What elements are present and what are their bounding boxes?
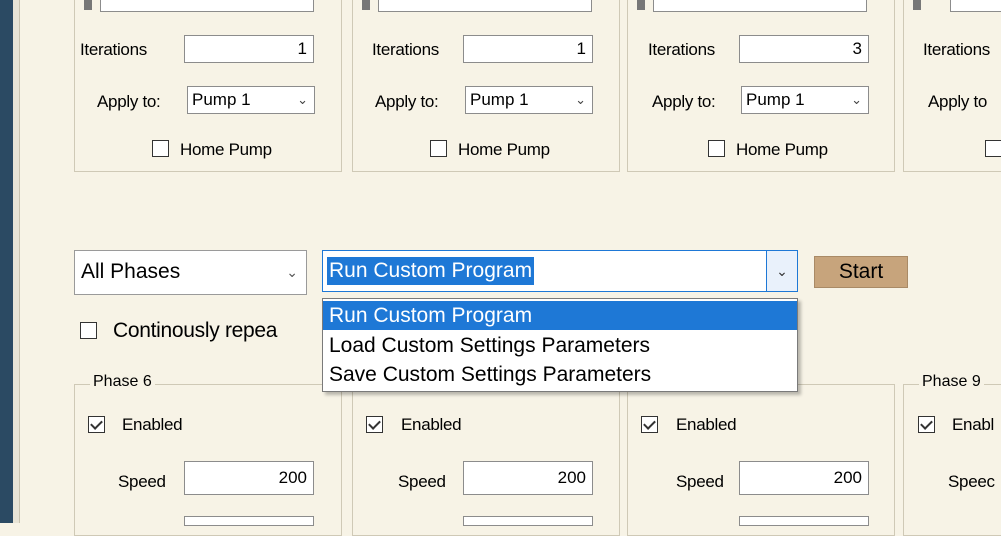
start-button[interactable]: Start [814,256,908,288]
apply-to-select[interactable]: Pump 1 ⌄ [465,86,593,114]
home-pump-label: Home Pump [180,140,272,159]
phase-9-speed-label: Speec [948,472,995,491]
phase-6-title: Phase 6 [90,373,155,391]
dropdown-option-load-custom-settings[interactable]: Load Custom Settings Parameters [323,331,797,360]
phase-6-speed-label: Speed [118,472,166,491]
phase-9-title: Phase 9 [919,373,984,391]
chevron-down-icon: ⌄ [851,92,862,107]
program-dropdown-list: Run Custom Program Load Custom Settings … [322,298,798,392]
phase-9-enabled-label: Enabl [952,415,994,434]
cut-off-field[interactable] [950,0,1001,12]
apply-to-select[interactable]: Pump 1 ⌄ [187,86,315,114]
iterations-label: Iterations [80,40,147,59]
apply-to-select[interactable]: Pump 1 ⌄ [741,86,869,114]
continuous-repeat-checkbox[interactable] [80,322,97,339]
phase-6-enabled-checkbox[interactable] [88,416,105,433]
cut-off-label [913,0,921,10]
phase-6-speed-field[interactable]: 200 [184,461,314,495]
chevron-down-icon: ⌄ [776,263,788,279]
home-pump-label: Home Pump [458,140,550,159]
window-border [13,0,20,523]
phase-8-next-field[interactable] [739,516,869,526]
phase-7-enabled-label: Enabled [401,415,462,434]
iterations-label: Iterations [923,40,990,59]
phase-8-speed-field[interactable]: 200 [739,461,869,495]
chevron-down-icon: ⌄ [575,92,586,107]
apply-to-label: Apply to: [97,92,161,111]
apply-to-label: Apply to [928,92,988,111]
phase-group-8 [627,384,895,536]
phase-6-enabled-label: Enabled [122,415,183,434]
chevron-down-icon: ⌄ [297,92,308,107]
phases-select[interactable]: All Phases ⌄ [74,250,307,295]
dropdown-option-save-custom-settings[interactable]: Save Custom Settings Parameters [323,360,797,389]
phase-7-enabled-checkbox[interactable] [366,416,383,433]
phase-6-next-field[interactable] [184,516,314,526]
home-pump-checkbox[interactable] [152,140,169,157]
apply-to-value: Pump 1 [746,90,805,109]
apply-to-value: Pump 1 [192,90,251,109]
cut-off-label [637,0,645,10]
cut-off-label [362,0,370,10]
home-pump-checkbox[interactable] [985,140,1001,157]
window-edge [0,0,13,523]
iterations-label: Iterations [372,40,439,59]
phase-7-speed-label: Speed [398,472,446,491]
iterations-field[interactable]: 3 [739,35,869,63]
iterations-field[interactable]: 1 [463,35,593,63]
program-dropdown-button[interactable]: ⌄ [766,251,797,291]
phase-7-next-field[interactable] [463,516,593,526]
home-pump-checkbox[interactable] [708,140,725,157]
cut-off-field[interactable] [100,0,314,12]
cut-off-field[interactable] [653,0,867,12]
apply-to-value: Pump 1 [470,90,529,109]
cut-off-field[interactable] [378,0,592,12]
phase-8-enabled-label: Enabled [676,415,737,434]
phase-group-7 [352,384,620,536]
dropdown-option-run-custom-program[interactable]: Run Custom Program [323,301,797,330]
phase-9-enabled-checkbox[interactable] [918,416,935,433]
iterations-field[interactable]: 1 [184,35,314,63]
phases-select-value: All Phases [81,260,181,283]
chevron-down-icon: ⌄ [286,264,298,280]
apply-to-label: Apply to: [652,92,716,111]
home-pump-checkbox[interactable] [430,140,447,157]
phase-8-speed-label: Speed [676,472,724,491]
phase-group-9 [903,384,1001,536]
iterations-label: Iterations [648,40,715,59]
phase-7-speed-field[interactable]: 200 [463,461,593,495]
continuous-repeat-label: Continously repea [113,319,278,342]
apply-to-label: Apply to: [375,92,439,111]
phase-8-enabled-checkbox[interactable] [641,416,658,433]
program-select-value: Run Custom Program [327,257,535,285]
program-select[interactable]: Run Custom Program ⌄ [322,250,798,292]
phase-group-6 [74,384,342,536]
home-pump-label: Home Pump [736,140,828,159]
cut-off-label [84,0,92,10]
